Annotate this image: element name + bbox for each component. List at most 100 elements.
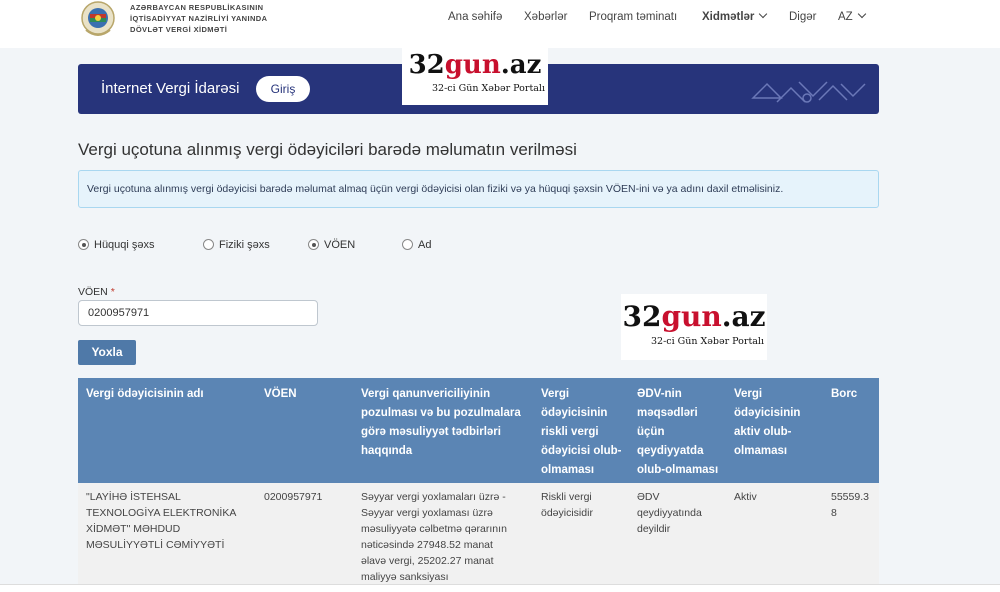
language-selector[interactable]: AZ	[838, 9, 866, 23]
cell-line: məsuliyyətə cəlbetmə qərarının	[361, 523, 507, 535]
results-table-header: Vergi ödəyicisinin adı VÖEN Vergi qanunv…	[78, 378, 879, 483]
top-header: AZƏRBAYCAN RESPUBLİKASININ İQTİSADİYYAT …	[0, 0, 1000, 48]
header-line: VÖEN	[264, 388, 297, 400]
cell-line: maliyyə sanksiyası	[361, 571, 449, 583]
cell-line: 55559.3	[831, 491, 869, 503]
header-line: ödəyicisinin	[734, 407, 801, 419]
header-line: Vergi ödəyicisinin adı	[86, 388, 204, 400]
login-button[interactable]: Giriş	[256, 76, 310, 102]
header-line: məqsədləri	[637, 407, 698, 419]
cell-line: Riskli vergi	[541, 491, 592, 503]
radio-legal-entity[interactable]: Hüquqi şəxs	[78, 239, 155, 251]
radio-unselected-icon	[203, 239, 214, 250]
watermark-tagline: 32-ci Gün Xəbər Portalı	[432, 83, 545, 94]
watermark-brand: 32gun.az	[621, 302, 767, 332]
cell-taxpayer-name: "LAYİHƏ İSTEHSAL TEXNOLOGİYA ELEKTRONİKA…	[86, 489, 258, 553]
radio-label: Ad	[418, 239, 432, 251]
header-line: Borc	[831, 388, 858, 400]
radio-selected-icon	[78, 239, 89, 250]
cell-line: ƏDV	[637, 491, 660, 503]
cell-line: 0200957971	[264, 491, 323, 503]
cell-line: MƏSULİYYƏTLİ CƏMİYYƏTİ	[86, 539, 225, 551]
nav-software[interactable]: Proqram təminatı	[589, 11, 677, 23]
voen-input[interactable]	[78, 300, 318, 326]
cell-line: ödəyicisidir	[541, 507, 593, 519]
cell-vat: ƏDV qeydiyyatında deyildir	[637, 489, 727, 537]
watermark-tagline: 32-ci Gün Xəbər Portalı	[651, 336, 764, 347]
cell-line: XİDMƏT" MƏHDUD	[86, 523, 181, 535]
header-debt: Borc	[831, 385, 875, 404]
nav-news[interactable]: Xəbərlər	[524, 11, 567, 23]
radio-voen[interactable]: VÖEN	[308, 239, 355, 251]
header-line: haqqında	[361, 445, 413, 457]
cell-risky: Riskli vergi ödəyicisidir	[541, 489, 629, 521]
watermark-logo: 32gun.az 32-ci Gün Xəbər Portalı	[621, 294, 767, 360]
required-mark: *	[110, 286, 115, 298]
cell-line: TEXNOLOGİYA ELEKTRONİKA	[86, 507, 237, 519]
watermark-brand-part: 32	[408, 50, 445, 80]
nav-services-label: Xidmətlər	[702, 11, 755, 23]
nav-home[interactable]: Ana səhifə	[448, 11, 502, 23]
page-title: Vergi uçotuna alınmış vergi ödəyiciləri …	[78, 140, 577, 159]
header-line: pozulması və bu pozulmalara	[361, 407, 521, 419]
table-row: "LAYİHƏ İSTEHSAL TEXNOLOGİYA ELEKTRONİKA…	[78, 483, 879, 592]
chevron-down-icon	[857, 9, 866, 19]
cell-line: "LAYİHƏ İSTEHSAL	[86, 491, 181, 503]
radio-physical-person[interactable]: Fiziki şəxs	[203, 239, 270, 251]
header-risky: Vergi ödəyicisinin riskli vergi ödəyicis…	[541, 385, 629, 480]
radio-label: Fiziki şəxs	[219, 239, 270, 251]
nav-services[interactable]: Xidmətlər	[702, 9, 768, 23]
header-line: riskli vergi	[541, 426, 599, 438]
header-voen: VÖEN	[264, 385, 350, 404]
cell-line: əlavə vergi, 25202.27 manat	[361, 555, 494, 567]
cell-line: Aktiv	[734, 491, 757, 503]
header-taxpayer-name: Vergi ödəyicisinin adı	[86, 385, 256, 404]
chevron-down-icon	[759, 9, 768, 19]
cell-line: Səyyar vergi yoxlaması üzrə	[361, 507, 493, 519]
cell-voen: 0200957971	[264, 489, 350, 505]
watermark-brand-part: .az	[500, 50, 542, 80]
main-nav: Ana səhifə Xəbərlər Proqram təminatı Xid…	[0, 9, 1000, 27]
header-line: aktiv olub-	[734, 426, 792, 438]
radio-selected-icon	[308, 239, 319, 250]
header-line: olmaması	[734, 445, 788, 457]
radio-name[interactable]: Ad	[402, 239, 431, 251]
header-line: olub-olmaması	[637, 464, 719, 476]
watermark-brand-part: gun	[444, 50, 501, 80]
watermark-logo: 32gun.az 32-ci Gün Xəbər Portalı	[402, 48, 548, 105]
header-violations: Vergi qanunvericiliyinin pozulması və bu…	[361, 385, 533, 461]
cell-line: deyildir	[637, 523, 671, 535]
banner-ornament-icon	[751, 81, 866, 103]
header-active: Vergi ödəyicisinin aktiv olub- olmaması	[734, 385, 822, 461]
header-line: ödəyicisi olub-	[541, 445, 622, 457]
voen-label-text: VÖEN	[78, 286, 108, 298]
nav-other[interactable]: Digər	[789, 11, 816, 23]
watermark-brand-part: gun	[661, 300, 722, 333]
bottom-bar	[0, 584, 1000, 592]
cell-line: nəticəsində 27948.52 manat	[361, 539, 493, 551]
cell-debt: 55559.3 8	[831, 489, 877, 521]
cell-line: 8	[831, 507, 837, 519]
check-button[interactable]: Yoxla	[78, 340, 136, 365]
watermark-brand: 32gun.az	[402, 51, 548, 79]
voen-label: VÖEN *	[78, 286, 115, 298]
header-line: üçün	[637, 426, 665, 438]
radio-label: VÖEN	[324, 239, 356, 251]
info-alert: Vergi uçotuna alınmış vergi ödəyicisi ba…	[78, 170, 879, 208]
header-vat: ƏDV-nin məqsədləri üçün qeydiyyatda olub…	[637, 385, 727, 480]
header-line: Vergi	[541, 388, 570, 400]
radio-unselected-icon	[402, 239, 413, 250]
header-line: qeydiyyatda	[637, 445, 704, 457]
language-label: AZ	[838, 11, 853, 23]
header-line: Vergi	[734, 388, 763, 400]
cell-active: Aktiv	[734, 489, 822, 505]
cell-line: qeydiyyatında	[637, 507, 702, 519]
radio-label: Hüquqi şəxs	[94, 239, 155, 251]
cell-violations: Səyyar vergi yoxlamaları üzrə - Səyyar v…	[361, 489, 533, 585]
header-line: olmaması	[541, 464, 595, 476]
cell-line: Səyyar vergi yoxlamaları üzrə -	[361, 491, 506, 503]
header-line: ƏDV-nin	[637, 388, 682, 400]
header-line: ödəyicisinin	[541, 407, 608, 419]
watermark-brand-part: 32	[622, 300, 662, 333]
header-line: Vergi qanunvericiliyinin	[361, 388, 491, 400]
